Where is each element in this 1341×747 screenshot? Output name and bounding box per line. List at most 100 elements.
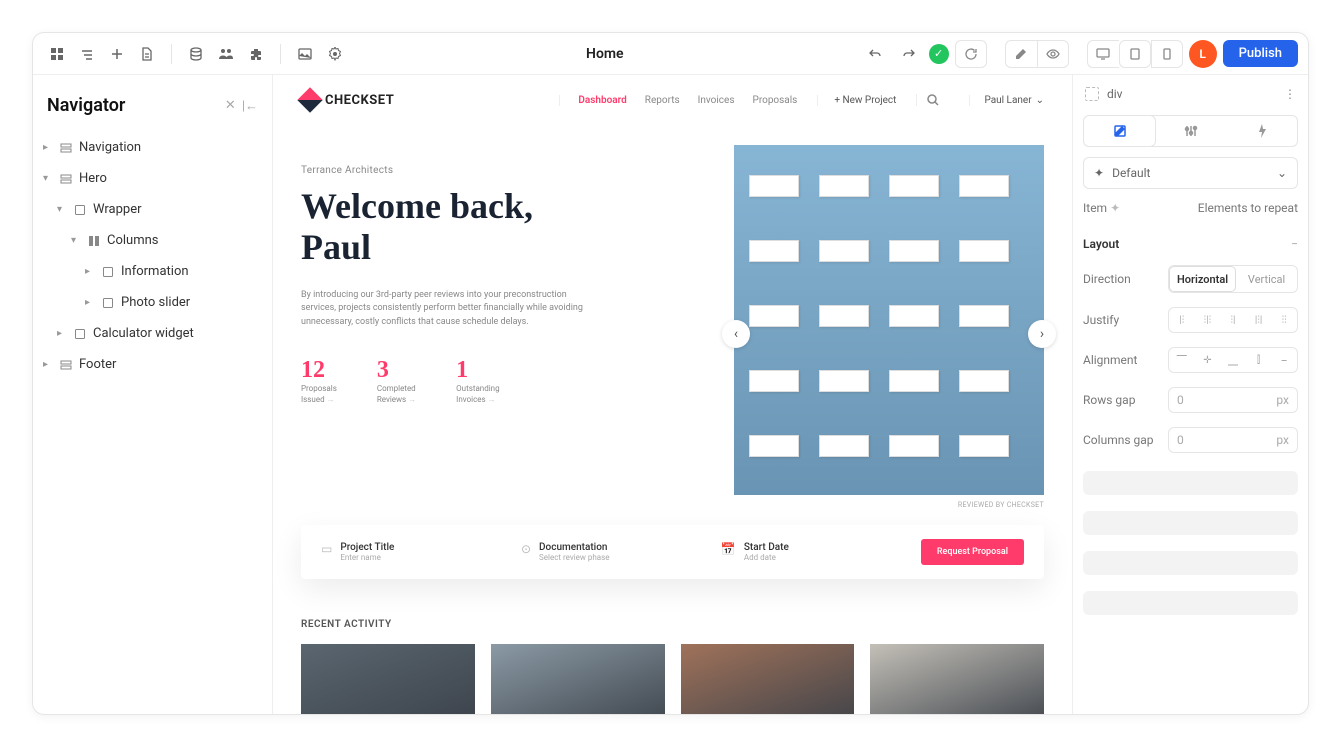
chevron-down-icon: ⌄ [1277, 166, 1287, 180]
tab-actions[interactable] [1226, 116, 1297, 146]
nav-item-navigation[interactable]: ▸ Navigation [33, 132, 272, 163]
nav-item-photo-slider[interactable]: ▸ Photo slider [33, 287, 272, 318]
slider-next-button[interactable]: › [1028, 320, 1056, 348]
action-field-documentation[interactable]: ⊙ Documentation Select review phase [521, 542, 691, 562]
navigator-panel: Navigator ✕ |← ▸ Navigation ▾ Hero ▾ Wra… [33, 75, 273, 714]
field-label: Start Date [744, 542, 789, 553]
action-field-start-date[interactable]: 📅 Start Date Add date [721, 542, 891, 562]
align-start[interactable]: ⎺ [1169, 348, 1195, 372]
publish-button[interactable]: Publish [1223, 40, 1298, 67]
photo-slider: document.write(Array.from({length:5}).ma… [734, 145, 1044, 495]
nav-item-label: Photo slider [121, 295, 190, 310]
edit-mode-icon[interactable] [1005, 40, 1037, 68]
new-project-button[interactable]: + New Project [817, 95, 896, 106]
recent-title: RECENT ACTIVITY [301, 619, 1044, 630]
placeholder-row [1083, 591, 1298, 615]
justify-center[interactable]: ⫶|⫶ [1195, 308, 1221, 332]
nav-item-calculator-widget[interactable]: ▸ Calculator widget [33, 318, 272, 349]
field-icon: ⊙ [521, 542, 531, 562]
nav-item-label: Calculator widget [93, 326, 194, 341]
align-center[interactable]: ✛ [1195, 348, 1221, 372]
nav-item-wrapper[interactable]: ▾ Wrapper [33, 194, 272, 225]
recent-card[interactable]: South Pier Building [301, 644, 475, 714]
rows-gap-input[interactable]: 0px [1168, 387, 1298, 413]
sparkle-icon: ✦ [1094, 166, 1104, 180]
direction-horizontal[interactable]: Horizontal [1169, 266, 1236, 292]
justify-around[interactable]: ⫶⫶ [1271, 308, 1297, 332]
tab-settings[interactable] [1155, 116, 1226, 146]
users-icon[interactable] [212, 40, 240, 68]
justify-between[interactable]: |⫶| [1246, 308, 1272, 332]
justify-start[interactable]: |⫶ [1169, 308, 1195, 332]
preset-selector[interactable]: ✦ Default ⌄ [1083, 157, 1298, 189]
undo-icon[interactable] [861, 40, 889, 68]
slider-prev-button[interactable]: ‹ [722, 320, 750, 348]
more-icon[interactable]: ⋮ [1284, 87, 1296, 101]
tab-style[interactable] [1084, 116, 1155, 146]
request-proposal-button[interactable]: Request Proposal [921, 539, 1024, 565]
recent-card[interactable]: 88 rue Saint Germain [681, 644, 855, 714]
collapse-section-icon[interactable]: − [1291, 237, 1298, 251]
cols-gap-input[interactable]: 0px [1168, 427, 1298, 453]
direction-vertical[interactable]: Vertical [1236, 266, 1297, 292]
stat-card[interactable]: 1 OutstandingInvoices → [456, 357, 499, 405]
nav-item-information[interactable]: ▸ Information [33, 256, 272, 287]
collapse-panel-icon[interactable]: |← [242, 98, 258, 114]
element-name: div [1107, 87, 1276, 101]
tablet-icon[interactable] [1119, 40, 1151, 68]
nav-item-label: Information [121, 264, 189, 279]
recent-card[interactable]: 48 rue Canada [870, 644, 1044, 714]
action-field-project-title[interactable]: ▭ Project Title Enter name [321, 542, 491, 562]
field-placeholder: Add date [744, 553, 789, 562]
site-nav-reports[interactable]: Reports [645, 95, 680, 106]
caret-icon: ▾ [71, 235, 81, 246]
caret-icon: ▸ [43, 359, 53, 370]
site-nav-proposals[interactable]: Proposals [753, 95, 798, 106]
direction-label: Direction [1083, 272, 1131, 286]
caret-icon: ▸ [85, 297, 95, 308]
preview-mode-icon[interactable] [1037, 40, 1069, 68]
page-icon[interactable] [133, 40, 161, 68]
layers-icon[interactable] [73, 40, 101, 68]
mobile-icon[interactable] [1151, 40, 1183, 68]
site-nav-invoices[interactable]: Invoices [698, 95, 735, 106]
block-icon [59, 358, 73, 372]
redo-icon[interactable] [895, 40, 923, 68]
settings-icon[interactable] [321, 40, 349, 68]
box-icon [73, 327, 87, 341]
hero-section: Terrance Architects Welcome back, Paul B… [273, 125, 1072, 495]
inspector-panel: div ⋮ ✦ Default ⌄ Item ✦ Elements to rep… [1072, 75, 1308, 714]
repeat-label: Elements to repeat [1198, 201, 1298, 215]
field-icon: ▭ [321, 542, 332, 562]
nav-item-footer[interactable]: ▸ Footer [33, 349, 272, 380]
placeholder-row [1083, 551, 1298, 575]
justify-end[interactable]: ⫶| [1220, 308, 1246, 332]
close-panel-icon[interactable]: ✕ [225, 98, 236, 114]
apps-icon[interactable] [43, 40, 71, 68]
refresh-icon[interactable] [955, 40, 987, 68]
block-icon [59, 141, 73, 155]
chevron-down-icon: ⌄ [1036, 95, 1044, 106]
align-baseline[interactable]: ⎯ [1271, 348, 1297, 372]
image-icon[interactable] [291, 40, 319, 68]
site-logo[interactable]: CHECKSET [301, 91, 394, 109]
canvas[interactable]: CHECKSET Dashboard Reports Invoices Proposa… [273, 75, 1072, 714]
desktop-icon[interactable] [1087, 40, 1119, 68]
nav-item-hero[interactable]: ▾ Hero [33, 163, 272, 194]
site-nav-dashboard[interactable]: Dashboard [578, 95, 626, 106]
search-icon[interactable] [916, 94, 949, 106]
stat-card[interactable]: 3 CompletedReviews → [377, 357, 416, 405]
user-avatar[interactable]: L [1189, 40, 1217, 68]
user-menu[interactable]: Paul Laner ⌄ [969, 95, 1044, 106]
data-icon[interactable] [182, 40, 210, 68]
stat-card[interactable]: 12 ProposalsIssued → [301, 357, 337, 405]
add-icon[interactable] [103, 40, 131, 68]
align-end[interactable]: ⎽ [1220, 348, 1246, 372]
plugin-icon[interactable] [242, 40, 270, 68]
box-icon [73, 203, 87, 217]
recent-card[interactable]: Fayette St. Apartments [491, 644, 665, 714]
caret-icon: ▾ [57, 204, 67, 215]
align-stretch[interactable]: ⫿ [1246, 348, 1272, 372]
nav-item-columns[interactable]: ▾ Columns [33, 225, 272, 256]
field-label: Documentation [539, 542, 609, 553]
